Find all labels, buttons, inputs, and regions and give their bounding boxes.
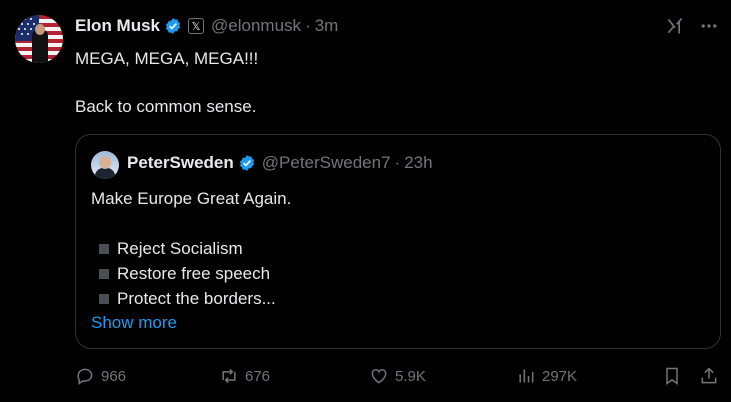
quote-intro: Make Europe Great Again. [91, 189, 292, 208]
avatar-head [35, 24, 45, 35]
quote-bullet-item: Restore free speech [91, 261, 291, 286]
reply-count: 966 [101, 367, 127, 385]
share-icon [701, 367, 717, 384]
quote-bullet-text: Restore free speech [117, 264, 271, 283]
show-more-link[interactable]: Show more [91, 313, 177, 333]
quote-bullet-text: Protect the borders... [117, 289, 276, 308]
grok-icon[interactable] [665, 16, 685, 36]
quote-text: Make Europe Great Again. Reject Socialis… [91, 186, 291, 311]
tweet-header: Elon Musk 𝕏 @elonmusk · 3m [75, 15, 338, 37]
views-icon [519, 369, 534, 383]
verified-badge-icon[interactable] [164, 17, 182, 35]
quote-header: PeterSweden @PeterSweden7 · 23h [127, 153, 433, 173]
x-affiliate-icon[interactable]: 𝕏 [188, 18, 205, 34]
quote-author-avatar[interactable] [91, 151, 119, 179]
bullet-icon [99, 268, 109, 279]
tweet-text-line: MEGA, MEGA, MEGA!!! [75, 49, 259, 68]
author-avatar[interactable] [15, 15, 63, 63]
author-handle[interactable]: @elonmusk [211, 16, 301, 36]
repost-button[interactable]: 676 [219, 366, 270, 386]
more-icon[interactable] [699, 16, 719, 36]
quote-bullet-item: Reject Socialism [91, 236, 291, 261]
bullet-icon [99, 243, 109, 254]
author-name[interactable]: Elon Musk [75, 16, 160, 36]
view-count: 297K [542, 367, 578, 385]
avatar-face [99, 156, 111, 169]
quote-separator: · [394, 153, 401, 172]
tweet-time[interactable]: 3m [315, 16, 339, 36]
quote-author-name[interactable]: PeterSweden [127, 153, 234, 173]
tweet-text-line: Back to common sense. [75, 97, 257, 116]
repost-icon [222, 368, 236, 384]
like-button[interactable]: 5.9K [369, 366, 426, 386]
share-button[interactable] [699, 366, 725, 386]
bookmark-button[interactable] [662, 366, 688, 386]
quote-author-handle[interactable]: @PeterSweden7 [262, 153, 391, 173]
like-count: 5.9K [395, 367, 426, 385]
header-separator: · [305, 16, 311, 35]
tweet-top-actions [665, 16, 719, 36]
repost-count: 676 [245, 367, 271, 385]
quote-bullet-text: Reject Socialism [117, 239, 243, 258]
quote-blank-line [91, 211, 291, 236]
verified-badge-icon[interactable] [238, 154, 256, 172]
quote-time[interactable]: 23h [404, 153, 432, 173]
like-icon [371, 369, 387, 384]
tweet-text-line [75, 71, 258, 95]
avatar-suit [95, 168, 115, 179]
quoted-tweet[interactable]: PeterSweden @PeterSweden7 · 23h Make Eur… [75, 134, 721, 349]
bullet-icon [99, 293, 109, 304]
tweet-actions: 966 676 5.9K 297K [0, 366, 731, 394]
quote-bullet-item: Protect the borders... [91, 286, 291, 311]
bookmark-icon [666, 367, 678, 385]
reply-button[interactable]: 966 [75, 366, 126, 386]
views-button[interactable]: 297K [516, 366, 577, 386]
tweet-text: MEGA, MEGA, MEGA!!! Back to common sense… [75, 47, 258, 119]
reply-icon [77, 368, 93, 385]
